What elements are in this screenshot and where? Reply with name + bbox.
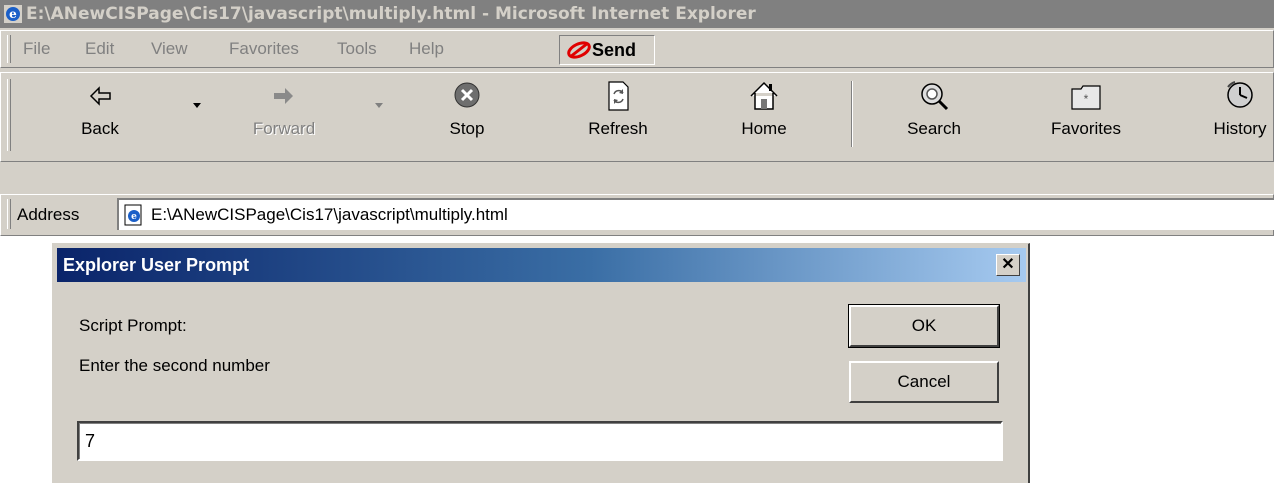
toolbar-separator	[851, 81, 853, 147]
page-icon: e	[124, 204, 142, 226]
prompt-message: Enter the second number	[79, 356, 270, 375]
search-icon	[921, 83, 949, 111]
refresh-label: Refresh	[588, 119, 648, 138]
forward-label: Forward	[252, 119, 316, 138]
explorer-user-prompt-dialog: Explorer User Prompt ✕ Script Prompt: En…	[52, 243, 1030, 483]
browser-chrome: File Edit View Favorites Tools Help Send…	[0, 28, 1274, 236]
ok-label: OK	[911, 316, 937, 335]
close-button[interactable]: ✕	[996, 254, 1020, 276]
menu-grip[interactable]	[7, 35, 11, 63]
svg-text:e: e	[131, 212, 137, 222]
forward-dropdown-arrow[interactable]	[375, 103, 383, 108]
menu-bar: File Edit View Favorites Tools Help Send	[0, 30, 1274, 68]
stop-icon	[454, 82, 480, 108]
favorites-label: Favorites	[1051, 119, 1121, 138]
menu-tools[interactable]: Tools	[337, 37, 377, 61]
address-grip[interactable]	[7, 199, 11, 229]
favorites-icon: *	[1071, 85, 1101, 110]
script-prompt-label: Script Prompt:	[79, 316, 187, 335]
menu-help[interactable]: Help	[409, 37, 444, 61]
send-button[interactable]: Send	[559, 35, 655, 65]
toolbar-grip[interactable]	[7, 79, 11, 151]
dialog-title: Explorer User Prompt	[63, 254, 250, 275]
back-arrow-icon	[89, 86, 111, 106]
standard-toolbar: Back Forward Stop Refresh Home Search * …	[0, 72, 1274, 162]
window-title: E:\ANewCISPage\Cis17\javascript\multiply…	[26, 4, 756, 24]
search-button[interactable]: Search	[889, 79, 979, 149]
back-button[interactable]: Back	[55, 79, 145, 149]
favorites-button[interactable]: * Favorites	[1041, 79, 1131, 149]
home-icon	[750, 81, 778, 110]
menu-file[interactable]: File	[23, 37, 50, 61]
home-label: Home	[741, 119, 787, 138]
address-label: Address	[17, 205, 80, 224]
internet-explorer-icon: e	[4, 5, 22, 23]
refresh-button[interactable]: Refresh	[573, 79, 663, 149]
menu-favorites[interactable]: Favorites	[229, 37, 299, 61]
forward-arrow-icon	[274, 88, 293, 104]
svg-text:*: *	[1084, 92, 1089, 106]
send-label: Send	[592, 39, 637, 60]
cancel-label: Cancel	[897, 372, 951, 391]
address-value: E:\ANewCISPage\Cis17\javascript\multiply…	[151, 205, 508, 224]
back-label: Back	[81, 119, 119, 138]
history-button[interactable]: History	[1195, 79, 1274, 149]
prompt-input[interactable]	[77, 421, 1003, 461]
home-button[interactable]: Home	[719, 79, 809, 149]
address-bar: Address e E:\ANewCISPage\Cis17\javascrip…	[0, 194, 1274, 236]
history-icon	[1227, 81, 1253, 108]
address-field[interactable]: e E:\ANewCISPage\Cis17\javascript\multip…	[117, 198, 1274, 230]
dialog-title-bar[interactable]: Explorer User Prompt ✕	[57, 248, 1026, 282]
send-icon	[567, 41, 591, 59]
back-dropdown-arrow[interactable]	[193, 103, 201, 108]
refresh-icon	[608, 81, 629, 111]
menu-view[interactable]: View	[151, 37, 188, 61]
ok-button[interactable]: OK	[848, 304, 1000, 348]
window-title-bar[interactable]: e E:\ANewCISPage\Cis17\javascript\multip…	[0, 0, 1274, 28]
cancel-button[interactable]: Cancel	[849, 361, 999, 403]
svg-text:e: e	[9, 7, 17, 21]
menu-edit[interactable]: Edit	[85, 37, 114, 61]
stop-label: Stop	[449, 119, 485, 138]
stop-button[interactable]: Stop	[422, 79, 512, 149]
history-label: History	[1213, 119, 1267, 138]
search-label: Search	[907, 119, 961, 138]
forward-button[interactable]: Forward	[239, 79, 329, 149]
close-icon: ✕	[1001, 256, 1015, 273]
